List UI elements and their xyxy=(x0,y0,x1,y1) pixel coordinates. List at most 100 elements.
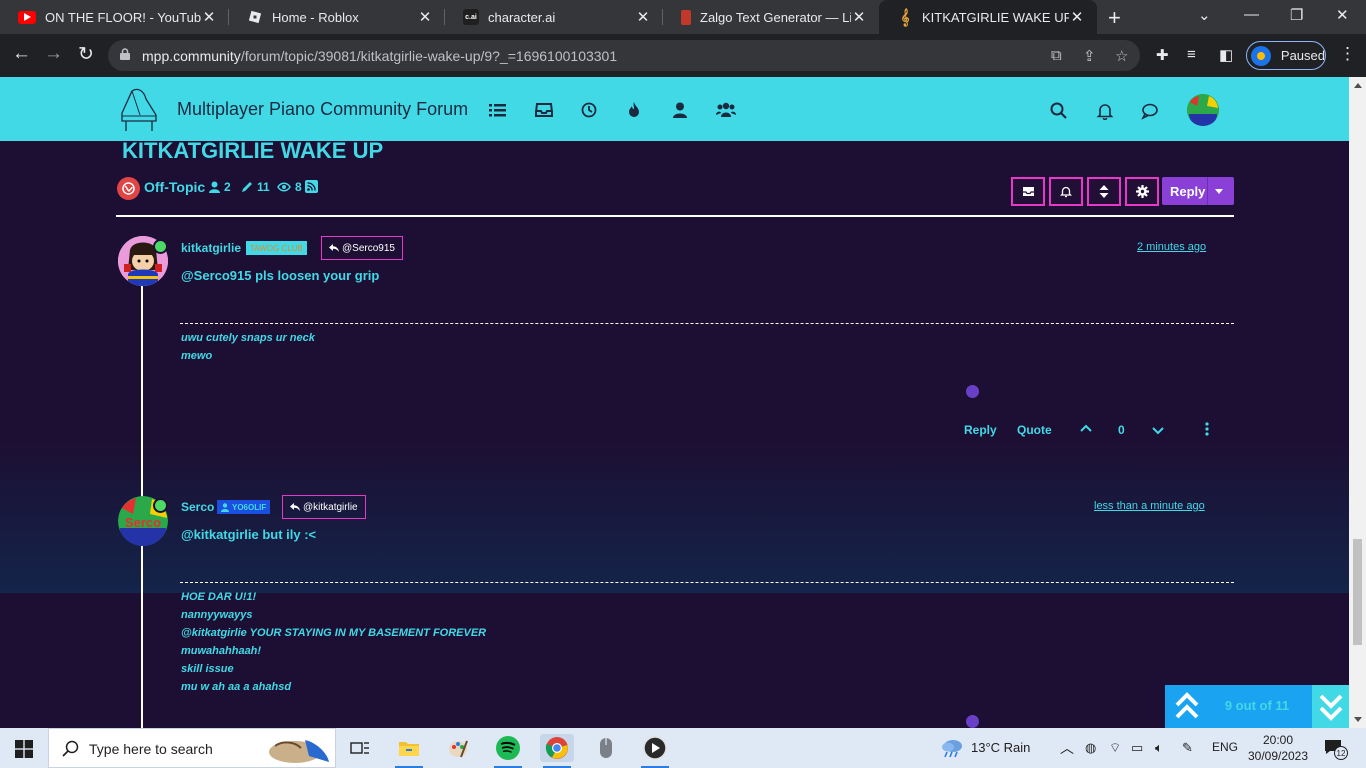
tab-zalgo[interactable]: Zalgo Text Generator — Ling ✕ xyxy=(663,0,879,34)
task-view-icon[interactable] xyxy=(343,734,377,762)
close-icon[interactable]: ✕ xyxy=(417,8,433,26)
extensions-icon[interactable]: ✚ xyxy=(1156,46,1169,64)
pagination-widget[interactable]: 9 out of 11 xyxy=(1165,685,1349,728)
volume-icon[interactable]: 🔈︎ xyxy=(1155,740,1163,756)
topic-reply-button[interactable]: Reply xyxy=(1162,177,1234,205)
chevron-up-icon[interactable]: ︿ xyxy=(1060,738,1074,758)
media-control-icon[interactable]: ≡ xyxy=(1187,46,1196,63)
file-explorer-icon[interactable] xyxy=(392,734,426,768)
category-badge[interactable] xyxy=(117,177,140,200)
wifi-icon[interactable]: ⌔ xyxy=(1109,740,1121,756)
close-icon[interactable]: ✕ xyxy=(201,8,217,26)
upvote-chevron-icon[interactable] xyxy=(1079,422,1093,436)
rss-icon[interactable] xyxy=(305,180,318,193)
site-title[interactable]: Multiplayer Piano Community Forum xyxy=(177,99,468,120)
chrome-icon[interactable] xyxy=(540,734,574,768)
rain-cloud-icon[interactable] xyxy=(940,738,966,758)
notification-count: 12 xyxy=(1334,746,1348,760)
tab-youtube[interactable]: ON THE FLOOR! - YouTube ✕ xyxy=(0,0,229,34)
search-icon[interactable] xyxy=(1050,102,1068,120)
close-icon[interactable]: ✕ xyxy=(635,8,651,26)
piano-logo[interactable] xyxy=(118,85,160,131)
post-author[interactable]: Serco xyxy=(181,500,214,514)
spotify-icon[interactable] xyxy=(491,734,525,768)
tools-button[interactable] xyxy=(1125,177,1159,206)
tab-characterai[interactable]: c.ai character.ai ✕ xyxy=(445,0,663,34)
taskbar-search[interactable]: Type here to search xyxy=(48,728,336,768)
user-icon[interactable] xyxy=(671,102,689,118)
tab-roblox[interactable]: Home - Roblox ✕ xyxy=(229,0,445,34)
reaction-smiley-icon[interactable] xyxy=(966,715,979,728)
bell-icon[interactable] xyxy=(1096,102,1114,120)
post-menu-kebab-icon[interactable] xyxy=(1205,422,1209,436)
scroll-down-arrow-icon[interactable] xyxy=(1354,717,1362,722)
open-in-app-icon[interactable]: ⧉ xyxy=(1051,47,1062,64)
meet-now-icon[interactable]: ◍ xyxy=(1085,740,1096,756)
system-clock[interactable]: 20:00 30/09/2023 xyxy=(1246,732,1310,764)
close-icon[interactable]: ✕ xyxy=(851,8,867,26)
chat-icon[interactable] xyxy=(1141,102,1159,120)
reload-button[interactable]: ↻ xyxy=(78,43,94,66)
category-link[interactable]: Off-Topic xyxy=(144,179,205,195)
minimize-button[interactable]: — xyxy=(1244,6,1259,23)
menu-kebab-icon[interactable]: ⋮ xyxy=(1339,44,1356,64)
chevron-down-icon[interactable] xyxy=(1215,189,1223,194)
weather-text[interactable]: 13°C Rain xyxy=(971,740,1030,755)
post-timestamp[interactable]: less than a minute ago xyxy=(1094,500,1205,512)
posts-count: 11 xyxy=(257,180,270,194)
inbox-icon[interactable] xyxy=(535,102,553,118)
close-icon[interactable]: ✕ xyxy=(1069,8,1085,26)
sort-button[interactable] xyxy=(1087,177,1121,206)
signature-line: uwu cutely snaps ur neck xyxy=(181,332,315,344)
group-badge[interactable]: YO6OLIF xyxy=(217,500,271,514)
forward-button[interactable]: → xyxy=(44,43,63,65)
mouse-app-icon[interactable] xyxy=(589,734,623,762)
new-tab-button[interactable]: + xyxy=(1108,5,1121,31)
post-content: @kitkatgirlie but ily :< xyxy=(181,527,317,542)
mark-unread-button[interactable] xyxy=(1011,177,1045,206)
user-avatar[interactable] xyxy=(1187,94,1219,126)
reply-button[interactable]: Reply xyxy=(964,423,997,437)
pen-icon[interactable]: ✎ xyxy=(1182,740,1193,756)
clock-icon[interactable] xyxy=(580,102,598,118)
scrollbar-thumb[interactable] xyxy=(1353,539,1362,645)
scroll-to-bottom-button[interactable] xyxy=(1312,685,1349,728)
watch-button[interactable] xyxy=(1049,177,1083,206)
downvote-chevron-icon[interactable] xyxy=(1151,423,1165,437)
restore-button[interactable]: ❐ xyxy=(1290,6,1303,24)
bookmark-star-icon[interactable]: ☆ xyxy=(1115,47,1128,65)
users-icon[interactable] xyxy=(716,102,736,118)
side-panel-icon[interactable]: ◧ xyxy=(1219,46,1233,64)
paint-icon[interactable] xyxy=(441,734,475,762)
views-count: 8 xyxy=(295,180,302,194)
scroll-up-arrow-icon[interactable] xyxy=(1354,83,1362,88)
page-scrollbar[interactable] xyxy=(1349,77,1366,728)
zalgo-icon xyxy=(681,9,691,25)
notification-center-button[interactable]: 12 xyxy=(1324,739,1348,760)
post-author[interactable]: kitkatgirlie xyxy=(181,241,241,255)
language-indicator[interactable]: ENG xyxy=(1212,740,1238,754)
media-player-icon[interactable] xyxy=(638,734,672,768)
profile-button[interactable]: Paused xyxy=(1246,41,1326,70)
group-badge[interactable]: TAWOG CLUB xyxy=(246,241,307,255)
parent-post-button[interactable]: @Serco915 xyxy=(321,236,403,260)
address-bar[interactable]: mpp.community/forum/topic/39081/kitkatgi… xyxy=(108,40,1140,71)
post-timestamp[interactable]: 2 minutes ago xyxy=(1137,241,1206,253)
battery-icon[interactable]: ▭ xyxy=(1131,740,1143,756)
windows-start-icon[interactable] xyxy=(15,740,33,758)
tab-title: ON THE FLOOR! - YouTube xyxy=(45,9,201,25)
fire-icon[interactable] xyxy=(625,102,643,118)
tab-search-chevron-icon[interactable]: ⌄ xyxy=(1198,6,1211,24)
share-icon[interactable]: ⇪ xyxy=(1083,47,1096,65)
search-highlight-image xyxy=(269,740,329,763)
list-icon[interactable] xyxy=(489,102,507,118)
parent-post-button[interactable]: @kitkatgirlie xyxy=(282,495,366,519)
close-window-button[interactable]: ✕ xyxy=(1336,6,1349,24)
url-text: mpp.community/forum/topic/39081/kitkatgi… xyxy=(142,48,617,64)
avatar-text: Serco xyxy=(125,515,161,530)
reaction-smiley-icon[interactable] xyxy=(966,385,979,398)
back-button[interactable]: ← xyxy=(12,43,31,65)
tab-title: Home - Roblox xyxy=(272,9,359,25)
quote-button[interactable]: Quote xyxy=(1017,423,1052,437)
tab-kitkatgirlie[interactable]: 𝄞 KITKATGIRLIE WAKE UP | mp ✕ xyxy=(879,0,1097,34)
